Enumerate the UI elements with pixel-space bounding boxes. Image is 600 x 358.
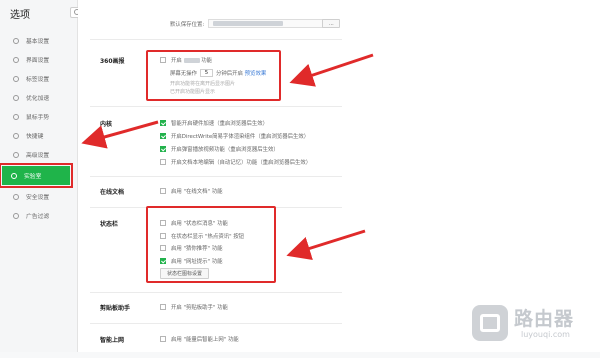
arrow-to-lab [81,120,159,149]
arrow-to-360 [289,53,374,87]
arrow-to-statusbar [286,229,366,260]
bottom-bar [0,352,600,358]
watermark-text: 路由器 [514,308,575,330]
annotation-arrows [81,53,374,260]
watermark-logo [472,305,508,341]
watermark-url: luyouqi.com [521,330,570,339]
